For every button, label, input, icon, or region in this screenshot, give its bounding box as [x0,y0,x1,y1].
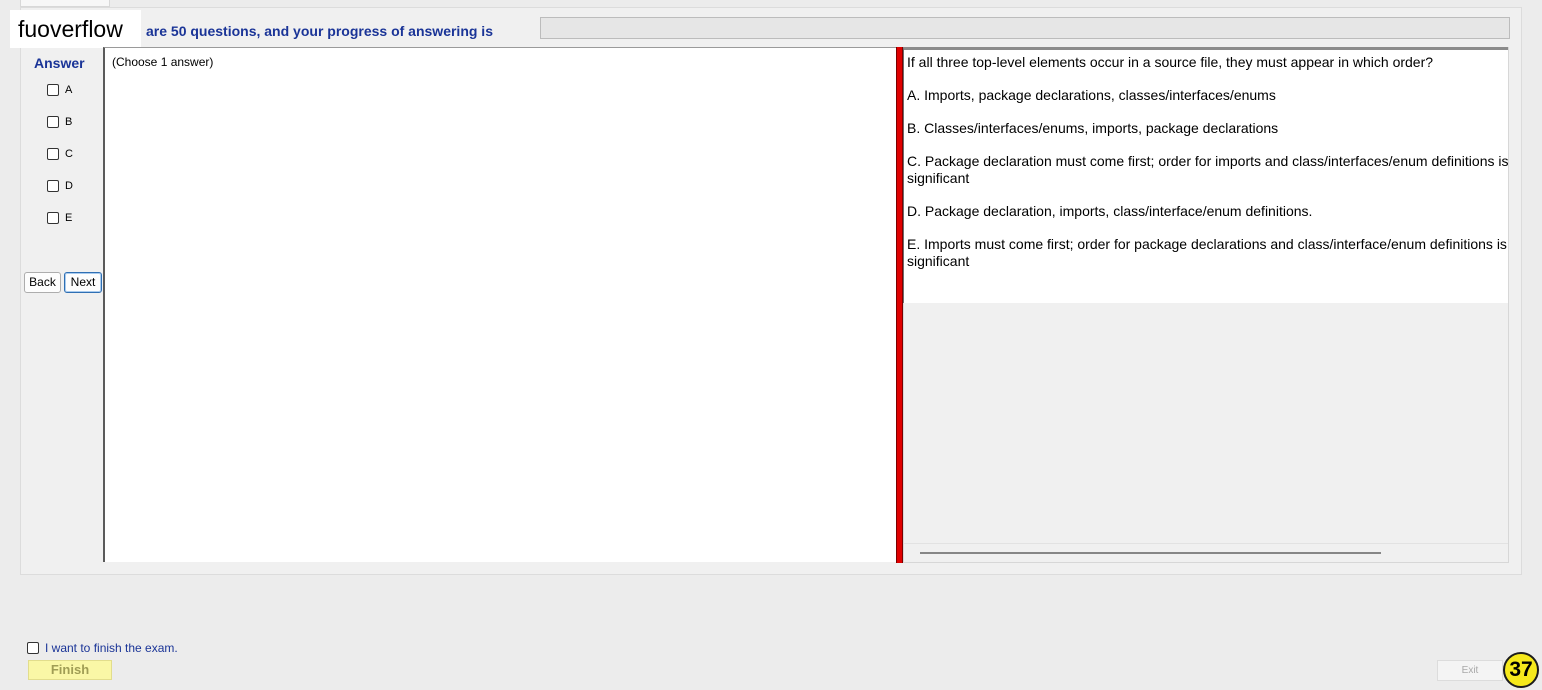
choose-instruction: (Choose 1 answer) [112,55,214,69]
choice-c-text: C. Package declaration must come first; … [907,153,1508,169]
choice-a-text: A. Imports, package declarations, classe… [907,87,1276,103]
exit-button[interactable]: Exit [1437,660,1503,681]
finish-confirm-checkbox[interactable] [27,642,39,654]
back-button[interactable]: Back [24,272,61,293]
finish-button[interactable]: Finish [28,660,112,680]
option-d[interactable]: D [47,178,73,194]
progress-caption: are 50 questions, and your progress of a… [146,23,493,39]
choice-e-text-wrap: significant [907,253,970,269]
page-number-badge: 37 [1503,652,1539,688]
option-c-checkbox[interactable] [47,148,59,160]
answer-textarea[interactable]: (Choose 1 answer) [103,47,896,562]
option-e-checkbox[interactable] [47,212,59,224]
option-b[interactable]: B [47,114,72,130]
choice-d-text: D. Package declaration, imports, class/i… [907,203,1313,219]
option-a-label: A [65,84,73,96]
choice-b-text: B. Classes/interfaces/enums, imports, pa… [907,120,1279,136]
panel-splitter[interactable] [896,47,903,563]
finish-confirm-label: I want to finish the exam. [45,641,178,655]
horizontal-scrollbar[interactable] [904,543,1508,562]
window-tab [20,0,110,7]
option-a-checkbox[interactable] [47,84,59,96]
watermark-logo: fuoverflow [10,10,141,48]
option-e[interactable]: E [47,210,72,226]
option-c-label: C [65,148,73,160]
option-a[interactable]: A [47,82,72,98]
question-textbox[interactable]: If all three top-level elements occur in… [903,47,1508,303]
finish-confirm-row[interactable]: I want to finish the exam. [27,640,178,656]
scrollbar-thumb[interactable] [920,552,1381,554]
next-button[interactable]: Next [64,272,102,293]
option-b-checkbox[interactable] [47,116,59,128]
option-d-label: D [65,180,73,192]
progress-bar [540,17,1510,39]
option-e-label: E [65,212,73,224]
question-text: If all three top-level elements occur in… [907,54,1434,70]
option-c[interactable]: C [47,146,73,162]
exam-window: fuoverflow are 50 questions, and your pr… [0,0,1542,690]
option-d-checkbox[interactable] [47,180,59,192]
option-b-label: B [65,116,73,128]
choice-c-text-wrap: significant [907,170,970,186]
answer-heading: Answer [34,55,85,71]
choice-e-text: E. Imports must come first; order for pa… [907,236,1508,252]
